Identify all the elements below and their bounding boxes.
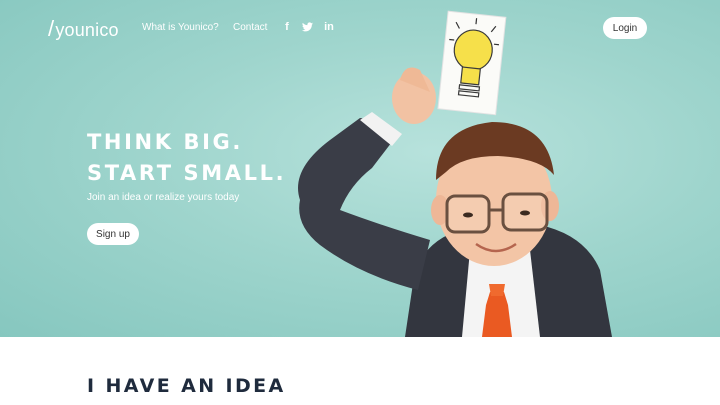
hero-subline: Join an idea or realize yours today: [87, 192, 240, 203]
nav-contact[interactable]: Contact: [233, 22, 267, 33]
twitter-icon[interactable]: [300, 20, 314, 34]
idea-section: I HAVE AN IDEA: [0, 337, 720, 405]
twitter-bird-glyph: [301, 22, 313, 32]
headline-line-2: START SMALL.: [87, 161, 287, 185]
nav-what-is-younico[interactable]: What is Younico?: [142, 22, 219, 33]
section-title: I HAVE AN IDEA: [87, 375, 286, 397]
signup-button[interactable]: Sign up: [87, 223, 139, 245]
logo-text: younico: [55, 20, 119, 40]
login-button[interactable]: Login: [603, 17, 647, 39]
hero-headline: THINK BIG. START SMALL.: [87, 127, 286, 189]
headline-line-1: THINK BIG.: [87, 130, 243, 154]
hero-section: /younico What is Younico? Contact f in L…: [0, 0, 720, 337]
site-logo[interactable]: /younico: [48, 16, 119, 42]
linkedin-icon[interactable]: in: [321, 20, 337, 34]
facebook-icon[interactable]: f: [280, 20, 294, 34]
